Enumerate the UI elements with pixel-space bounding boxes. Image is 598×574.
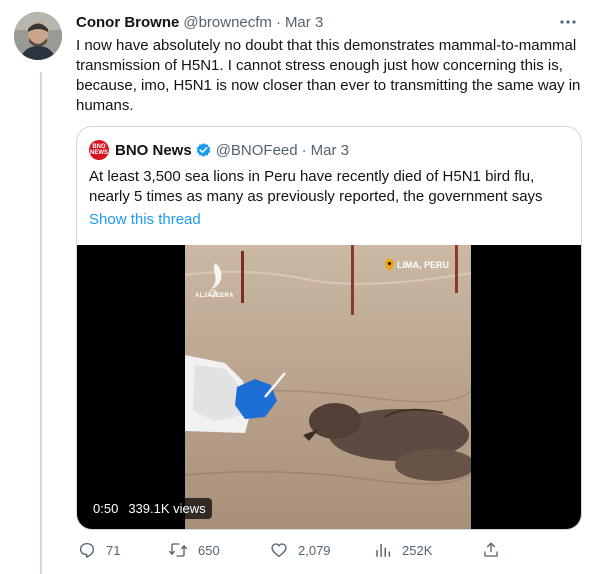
heart-icon xyxy=(271,543,287,558)
tweet-text: I now have absolutely no doubt that this… xyxy=(76,37,581,114)
quoted-tweet-header: BNO NEWS BNO News @BNOFeed · Mar 3 xyxy=(89,139,349,161)
tweet-header: Conor Browne @brownecfm · Mar 3 xyxy=(76,12,584,32)
location-tag: LIMA, PERU xyxy=(385,259,449,271)
logo-text-bottom: NEWS xyxy=(90,150,108,156)
analytics-icon xyxy=(376,544,391,557)
quoted-tweet-date: Mar 3 xyxy=(310,141,349,159)
show-thread-link[interactable]: Show this thread xyxy=(89,211,201,228)
views-count: 252K xyxy=(402,542,433,558)
video-duration: 0:50 xyxy=(93,501,119,516)
bno-news-logo: BNO NEWS xyxy=(89,140,109,160)
quoted-tweet-card[interactable]: BNO NEWS BNO News @BNOFeed · Mar 3 At le… xyxy=(76,126,582,530)
more-horizontal-icon xyxy=(560,20,576,24)
video-views: 339.1K views xyxy=(128,501,206,516)
separator-dot: · xyxy=(301,141,307,159)
retweet-count: 650 xyxy=(198,542,220,558)
video-brand-caption: ALJAZEERA xyxy=(195,293,234,299)
author-handle[interactable]: @brownecfm xyxy=(183,14,272,31)
like-button[interactable]: 2,079 xyxy=(270,540,331,560)
video-player[interactable]: ALJAZEERA LIMA, PERU 0:50 339.1K views xyxy=(77,245,581,529)
avatar[interactable] xyxy=(14,12,62,60)
tweet-actions-bar: 71 650 2,079 252K xyxy=(76,540,576,560)
reply-button[interactable]: 71 xyxy=(78,540,120,560)
verified-badge-icon xyxy=(195,142,212,159)
quoted-author-name: BNO News xyxy=(115,141,192,159)
views-analytics-button[interactable]: 252K xyxy=(374,540,432,560)
retweet-icon xyxy=(168,543,188,557)
location-pin-icon xyxy=(385,259,394,271)
thread-connector-line xyxy=(40,72,42,574)
tweet-date[interactable]: Mar 3 xyxy=(285,14,323,31)
share-button[interactable] xyxy=(482,540,500,560)
retweet-button[interactable]: 650 xyxy=(168,540,220,560)
location-label: LIMA, PERU xyxy=(397,260,450,270)
video-stats: 0:50 339.1K views xyxy=(87,498,212,519)
share-icon xyxy=(484,542,498,557)
reply-icon xyxy=(79,542,95,558)
quoted-tweet-text: At least 3,500 sea lions in Peru have re… xyxy=(89,168,543,205)
author-name[interactable]: Conor Browne xyxy=(76,14,179,31)
quoted-author-handle: @BNOFeed xyxy=(215,141,298,159)
more-options-button[interactable] xyxy=(558,12,578,32)
reply-count: 71 xyxy=(106,542,121,558)
like-count: 2,079 xyxy=(298,542,331,558)
separator-dot: · xyxy=(275,13,281,31)
